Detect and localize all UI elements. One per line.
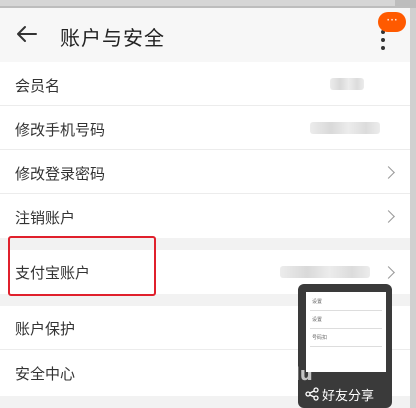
row-member-name[interactable]: 会员名 xyxy=(0,62,410,106)
page-title: 账户与安全 xyxy=(60,26,165,50)
share-thumbnail: 设置 设置 号码扣 xyxy=(306,292,386,372)
chevron-right-icon xyxy=(382,166,395,179)
thumb-text: 设置 xyxy=(312,317,323,323)
chevron-right-icon xyxy=(382,266,395,279)
member-name-value xyxy=(330,78,364,90)
row-label: 修改手机号码 xyxy=(15,121,106,139)
thumb-divider xyxy=(310,328,382,329)
share-icon[interactable] xyxy=(305,387,319,401)
alipay-value xyxy=(280,266,370,278)
row-label: 安全中心 xyxy=(15,365,76,383)
row-change-phone[interactable]: 修改手机号码 xyxy=(0,106,410,150)
thumb-divider xyxy=(310,310,382,311)
row-label: 修改登录密码 xyxy=(15,165,106,183)
row-label: 账户保护 xyxy=(15,320,76,338)
row-change-password[interactable]: 修改登录密码 xyxy=(0,150,410,194)
thumb-text: 号码扣 xyxy=(312,335,328,341)
thumb-divider xyxy=(310,346,382,347)
scrollbar-track[interactable] xyxy=(410,8,416,408)
phone-value xyxy=(310,122,380,134)
more-options-icon[interactable] xyxy=(375,30,391,54)
watermark-text: Baidu xyxy=(255,364,313,385)
row-cancel-account[interactable]: 注销账户 xyxy=(0,194,410,238)
top-strip-light xyxy=(0,0,395,6)
highlight-box xyxy=(8,236,156,296)
back-arrow-icon[interactable] xyxy=(14,21,40,47)
row-label: 会员名 xyxy=(15,77,61,95)
row-label: 注销账户 xyxy=(15,209,76,227)
share-label[interactable]: 好友分享 xyxy=(322,385,374,404)
thumb-text: 设置 xyxy=(312,299,323,305)
nav-header: 账户与安全 xyxy=(0,8,410,62)
chevron-right-icon xyxy=(382,210,395,223)
notification-badge[interactable]: ··· xyxy=(378,12,406,32)
